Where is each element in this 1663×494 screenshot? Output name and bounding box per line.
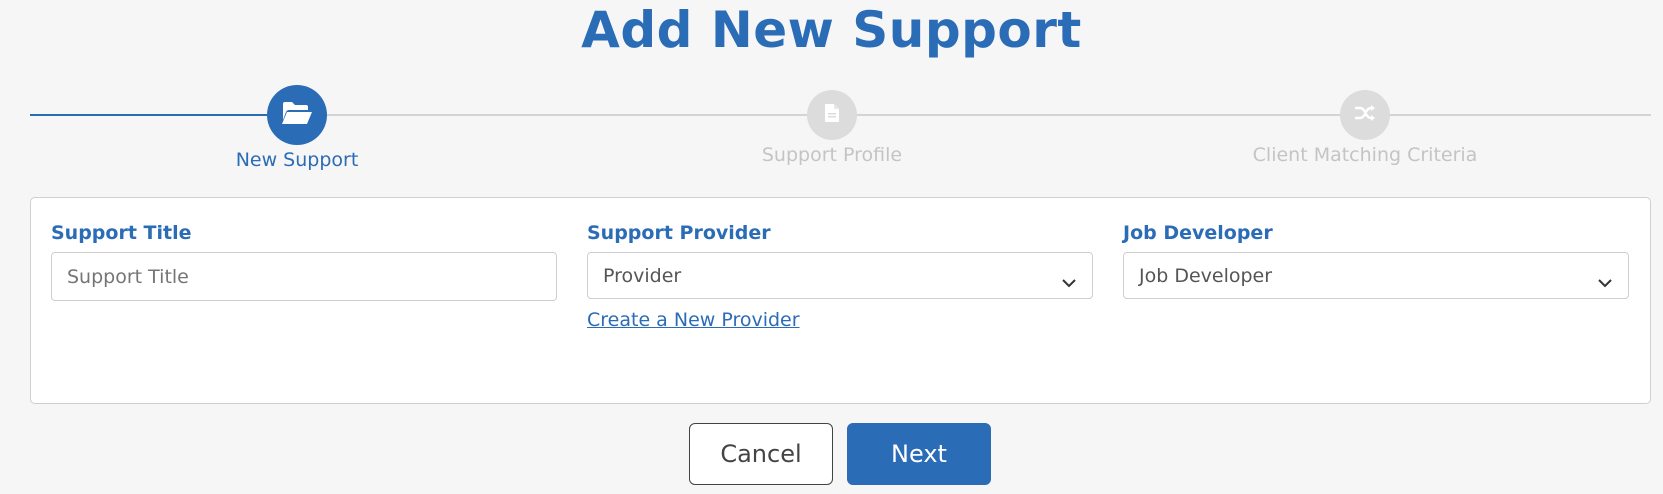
- step-label-client-matching-criteria: Client Matching Criteria: [1252, 144, 1478, 166]
- step-label-new-support: New Support: [235, 149, 359, 171]
- shuffle-icon: [1354, 104, 1376, 126]
- document-icon: [824, 103, 840, 127]
- step-support-profile[interactable]: [807, 90, 857, 140]
- job-developer-field: Job Developer Job Developer: [1123, 222, 1629, 299]
- create-new-provider-link[interactable]: Create a New Provider: [587, 309, 800, 331]
- add-support-page: Add New Support New Support Support Prof…: [0, 0, 1663, 494]
- chevron-down-icon: [1061, 271, 1077, 287]
- job-developer-selected-value: Job Developer: [1139, 264, 1273, 287]
- support-title-input[interactable]: [51, 252, 557, 301]
- job-developer-label: Job Developer: [1123, 222, 1273, 244]
- step-label-support-profile: Support Profile: [761, 144, 903, 166]
- step-new-support[interactable]: [267, 85, 327, 145]
- stepper-progress-line: [30, 114, 298, 116]
- support-provider-field: Support Provider Provider Create a New P…: [587, 222, 1093, 331]
- chevron-down-icon: [1597, 271, 1613, 287]
- support-provider-select[interactable]: Provider: [587, 252, 1093, 299]
- wizard-stepper: New Support Support Profile Client Match…: [0, 0, 1663, 180]
- support-form-card: Support Title Support Provider Provider …: [30, 197, 1651, 404]
- support-provider-selected-value: Provider: [603, 264, 682, 287]
- folder-open-icon: [281, 100, 313, 130]
- support-title-field: Support Title: [51, 222, 557, 301]
- next-button[interactable]: Next: [847, 423, 991, 485]
- stepper-track-line: [298, 114, 1651, 116]
- job-developer-select[interactable]: Job Developer: [1123, 252, 1629, 299]
- support-title-label: Support Title: [51, 222, 192, 244]
- step-client-matching-criteria[interactable]: [1340, 90, 1390, 140]
- cancel-button[interactable]: Cancel: [689, 423, 833, 485]
- support-provider-label: Support Provider: [587, 222, 771, 244]
